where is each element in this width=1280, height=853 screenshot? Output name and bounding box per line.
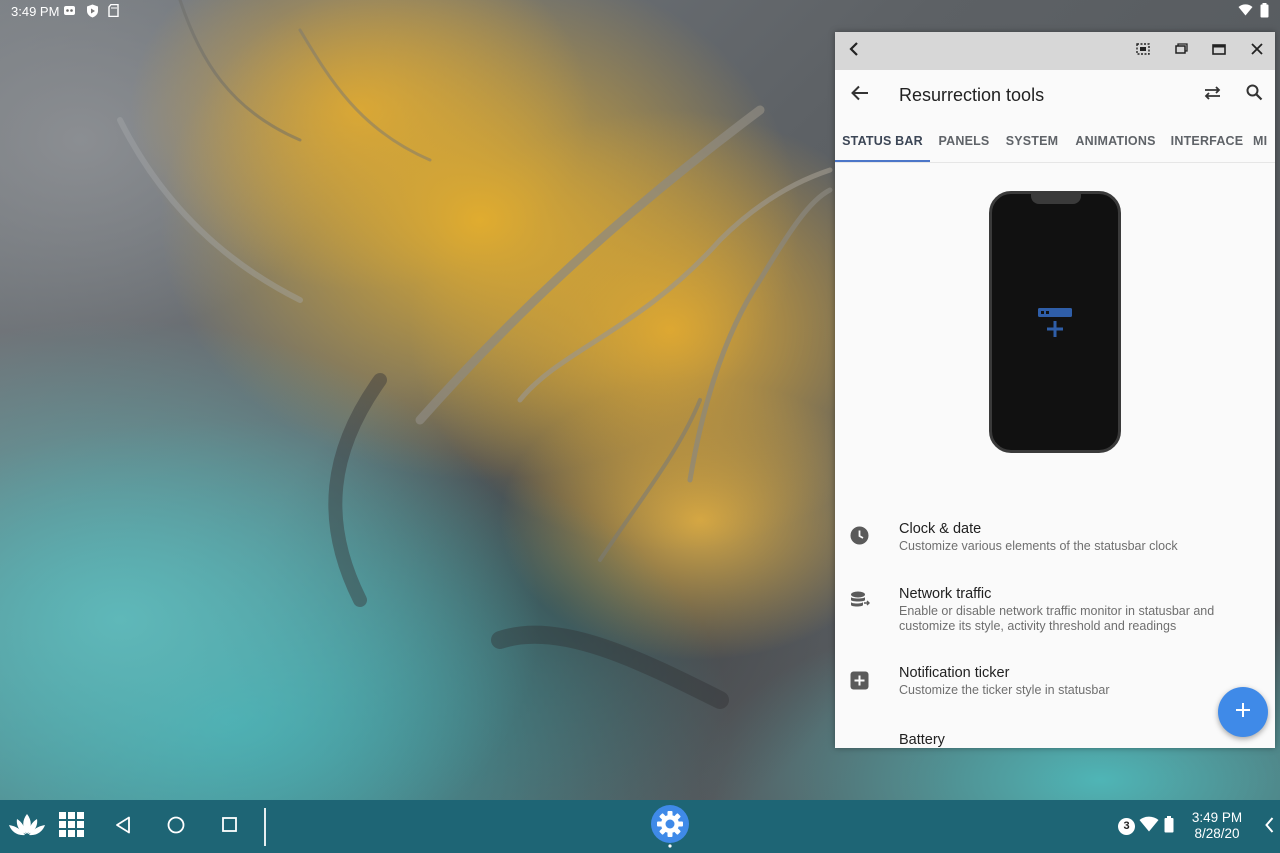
taskbar-divider: [264, 808, 266, 846]
battery-status-button[interactable]: [1162, 816, 1176, 838]
arrow-left-icon: [851, 85, 869, 106]
item-title: Notification ticker: [899, 665, 1010, 681]
tab-status-bar[interactable]: STATUS BAR: [835, 120, 930, 162]
tab-panels[interactable]: PANELS: [930, 120, 998, 162]
recents-nav-icon: [221, 817, 237, 837]
item-subtitle: Customize the ticker style in statusbar: [899, 683, 1110, 697]
shield-icon: [86, 4, 99, 21]
list-item-battery[interactable]: Battery: [835, 710, 1275, 748]
statusbar-add-icon: [1038, 306, 1072, 345]
expand-tray-button[interactable]: [1261, 814, 1277, 840]
item-title: Network traffic: [899, 586, 992, 602]
status-bar: 3:49 PM: [0, 0, 1280, 22]
screenshot-button[interactable]: [1132, 40, 1154, 62]
maximize-button[interactable]: [1208, 40, 1230, 62]
sd-card-icon: [108, 3, 119, 20]
lotus-icon: [7, 812, 47, 843]
tab-misc[interactable]: MI: [1253, 120, 1275, 162]
screenshot-icon: [1136, 42, 1150, 60]
list-item-notification-ticker[interactable]: Notification ticker Customize the ticker…: [835, 643, 1275, 710]
wifi-status-button[interactable]: [1138, 816, 1160, 837]
taskbar-time: 3:49 PM: [1191, 810, 1243, 825]
category-tabs: STATUS BAR PANELS SYSTEM ANIMATIONS INTE…: [835, 120, 1275, 163]
settings-app-button[interactable]: [650, 804, 690, 853]
item-title: Battery: [899, 732, 945, 748]
item-title: Clock & date: [899, 521, 982, 537]
tab-system[interactable]: SYSTEM: [998, 120, 1066, 162]
clock-icon: [850, 526, 870, 546]
network-traffic-icon: [850, 591, 870, 611]
taskbar-date: 8/28/20: [1194, 826, 1240, 841]
taskbar-clock[interactable]: 3:49 PM 8/28/20: [1186, 810, 1248, 842]
wifi-icon: [1238, 4, 1253, 19]
app-window: Resurrection tools STATUS BAR PANELS SYS…: [835, 32, 1275, 748]
wifi-icon: [1139, 816, 1159, 837]
app-drawer-icon: [58, 812, 84, 842]
caption-back-button[interactable]: [843, 40, 865, 62]
notification-app-icon: [63, 4, 76, 20]
taskbar: 3:49 PM 8/28/20: [0, 800, 1280, 853]
ticker-icon: [850, 671, 870, 691]
search-icon: [1246, 84, 1263, 106]
swap-icon: [1203, 85, 1222, 105]
battery-icon: [850, 745, 870, 748]
home-nav-button[interactable]: [163, 814, 189, 840]
tab-animations[interactable]: ANIMATIONS: [1066, 120, 1165, 162]
maximize-icon: [1212, 42, 1226, 60]
battery-icon: [1164, 816, 1174, 838]
chevron-left-icon: [848, 41, 860, 61]
battery-icon: [1260, 3, 1269, 21]
app-bar: Resurrection tools: [835, 70, 1275, 120]
swap-button[interactable]: [1200, 83, 1224, 107]
app-drawer-button[interactable]: [56, 812, 86, 842]
back-nav-button[interactable]: [110, 814, 136, 840]
navigate-up-button[interactable]: [848, 83, 872, 107]
status-time: 3:49 PM: [11, 4, 60, 19]
search-button[interactable]: [1242, 83, 1266, 107]
restore-button[interactable]: [1170, 40, 1192, 62]
phone-notch: [1031, 193, 1081, 204]
close-icon: [1251, 42, 1263, 60]
list-item-network-traffic[interactable]: Network traffic Enable or disable networ…: [835, 564, 1275, 643]
restore-icon: [1174, 42, 1188, 60]
recents-nav-button[interactable]: [216, 814, 242, 840]
page-title: Resurrection tools: [899, 85, 1045, 105]
window-caption-bar[interactable]: [835, 32, 1275, 70]
close-button[interactable]: [1246, 40, 1268, 62]
list-item-clock-date[interactable]: Clock & date Customize various elements …: [835, 502, 1275, 564]
tab-interface[interactable]: INTERFACE: [1165, 120, 1249, 162]
start-menu-button[interactable]: [6, 810, 48, 844]
chevron-left-icon: [1264, 816, 1274, 838]
item-subtitle: Customize various elements of the status…: [899, 539, 1178, 553]
notification-count-badge[interactable]: 3: [1118, 818, 1135, 835]
phone-preview: [989, 191, 1121, 453]
back-nav-icon: [115, 816, 131, 839]
item-subtitle: Enable or disable network traffic monito…: [899, 604, 1215, 633]
home-nav-icon: [167, 816, 185, 839]
add-button[interactable]: [1218, 687, 1268, 737]
add-icon: [1235, 702, 1251, 723]
settings-app-icon: [650, 804, 690, 853]
